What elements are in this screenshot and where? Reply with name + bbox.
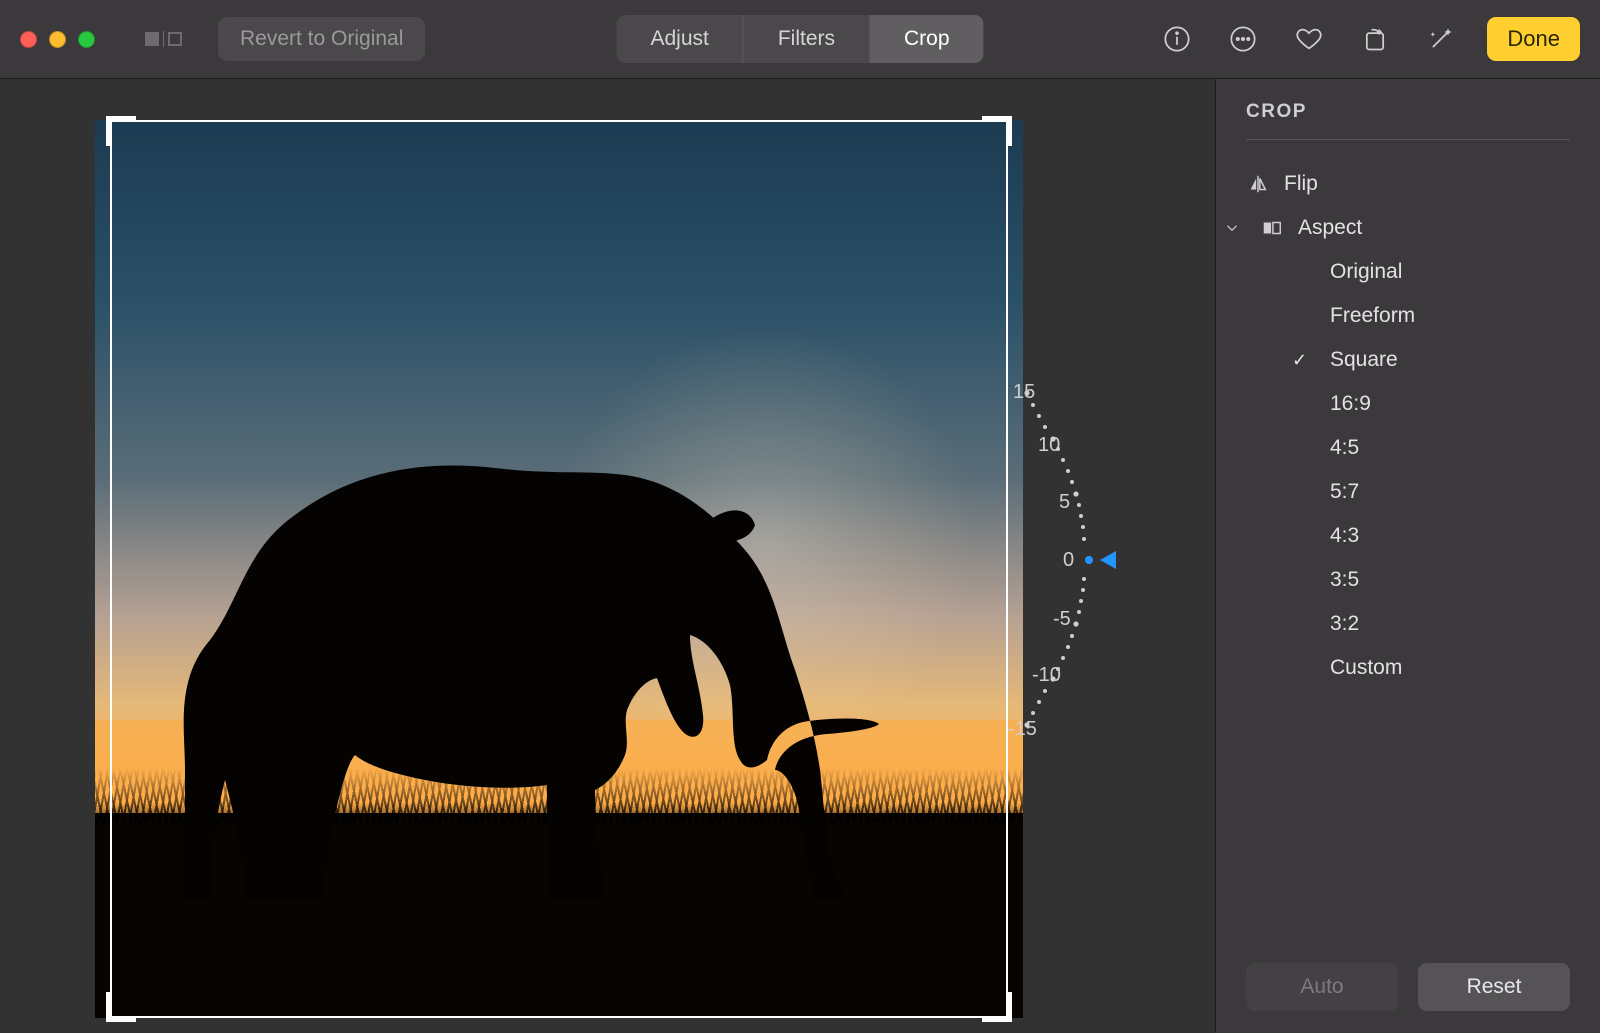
- aspect-4-5[interactable]: 4:5: [1292, 426, 1570, 470]
- dial-minus-15: -15: [1008, 718, 1037, 741]
- aspect-5-7[interactable]: 5:7: [1292, 470, 1570, 514]
- crop-handle-bl[interactable]: [106, 992, 136, 1022]
- auto-button: Auto: [1246, 963, 1398, 1011]
- crop-handle-br[interactable]: [982, 992, 1012, 1022]
- rotate-icon[interactable]: [1355, 19, 1395, 59]
- aspect-custom[interactable]: Custom: [1292, 646, 1570, 690]
- compare-sep: [163, 31, 164, 47]
- dial-indicator-icon: [1100, 551, 1116, 569]
- dial-minus-5: -5: [1053, 608, 1071, 631]
- window-minimize[interactable]: [49, 31, 66, 48]
- toolbar: Revert to Original Adjust Filters Crop D…: [0, 0, 1600, 79]
- aspect-icon: [1260, 217, 1284, 239]
- crop-handle-tr[interactable]: [982, 116, 1012, 146]
- aspect-3-5[interactable]: 3:5: [1292, 558, 1570, 602]
- panel-footer: Auto Reset: [1246, 945, 1570, 1011]
- enhance-icon[interactable]: [1421, 19, 1461, 59]
- crop-stage[interactable]: [110, 120, 1008, 1018]
- window-fullscreen[interactable]: [78, 31, 95, 48]
- window-close[interactable]: [20, 31, 37, 48]
- dial-zero: 0: [1063, 549, 1074, 572]
- subject-silhouette: [155, 340, 955, 900]
- done-button[interactable]: Done: [1487, 17, 1580, 61]
- compare-filled-icon: [145, 32, 159, 46]
- dial-plus-5: 5: [1059, 491, 1070, 514]
- window-controls: [20, 31, 95, 48]
- aspect-list: Original Freeform ✓Square 16:9 4:5 5:7 4…: [1292, 250, 1570, 690]
- flip-icon: [1246, 173, 1270, 195]
- aspect-4-3[interactable]: 4:3: [1292, 514, 1570, 558]
- aspect-3-2[interactable]: 3:2: [1292, 602, 1570, 646]
- info-icon[interactable]: [1157, 19, 1197, 59]
- aspect-label: Aspect: [1298, 216, 1362, 240]
- aspect-square[interactable]: ✓Square: [1292, 338, 1570, 382]
- canvas-area: 15 10 5 0 -5 -10 -15: [0, 79, 1215, 1033]
- dial-minus-10: -10: [1032, 664, 1061, 687]
- straighten-dial[interactable]: 15 10 5 0 -5 -10 -15: [935, 339, 1155, 779]
- tab-filters[interactable]: Filters: [743, 15, 869, 63]
- panel-title: CROP: [1246, 101, 1570, 140]
- revert-button[interactable]: Revert to Original: [218, 17, 425, 61]
- chevron-down-icon: [1220, 219, 1244, 237]
- dial-plus-10: 10: [1038, 434, 1060, 457]
- aspect-freeform[interactable]: Freeform: [1292, 294, 1570, 338]
- photo: [95, 120, 1023, 1018]
- favorite-icon[interactable]: [1289, 19, 1329, 59]
- check-icon: ✓: [1292, 350, 1312, 371]
- aspect-header[interactable]: Aspect: [1220, 206, 1570, 250]
- tab-adjust[interactable]: Adjust: [616, 15, 742, 63]
- aspect-original[interactable]: Original: [1292, 250, 1570, 294]
- compare-outline-icon: [168, 32, 182, 46]
- more-icon[interactable]: [1223, 19, 1263, 59]
- dial-indicator-dot: [1085, 556, 1093, 564]
- reset-button[interactable]: Reset: [1418, 963, 1570, 1011]
- toolbar-right: Done: [1157, 17, 1600, 61]
- dial-plus-15: 15: [1013, 381, 1035, 404]
- crop-handle-tl[interactable]: [106, 116, 136, 146]
- flip-button[interactable]: Flip: [1246, 162, 1570, 206]
- edit-mode-segmented: Adjust Filters Crop: [616, 15, 983, 63]
- tab-crop[interactable]: Crop: [869, 15, 984, 63]
- compare-toggle[interactable]: [145, 31, 182, 47]
- editor-body: 15 10 5 0 -5 -10 -15 CROP Flip As: [0, 79, 1600, 1033]
- aspect-16-9[interactable]: 16:9: [1292, 382, 1570, 426]
- crop-panel: CROP Flip Aspect Original Freeform ✓Squa…: [1215, 79, 1600, 1033]
- flip-label: Flip: [1284, 172, 1318, 196]
